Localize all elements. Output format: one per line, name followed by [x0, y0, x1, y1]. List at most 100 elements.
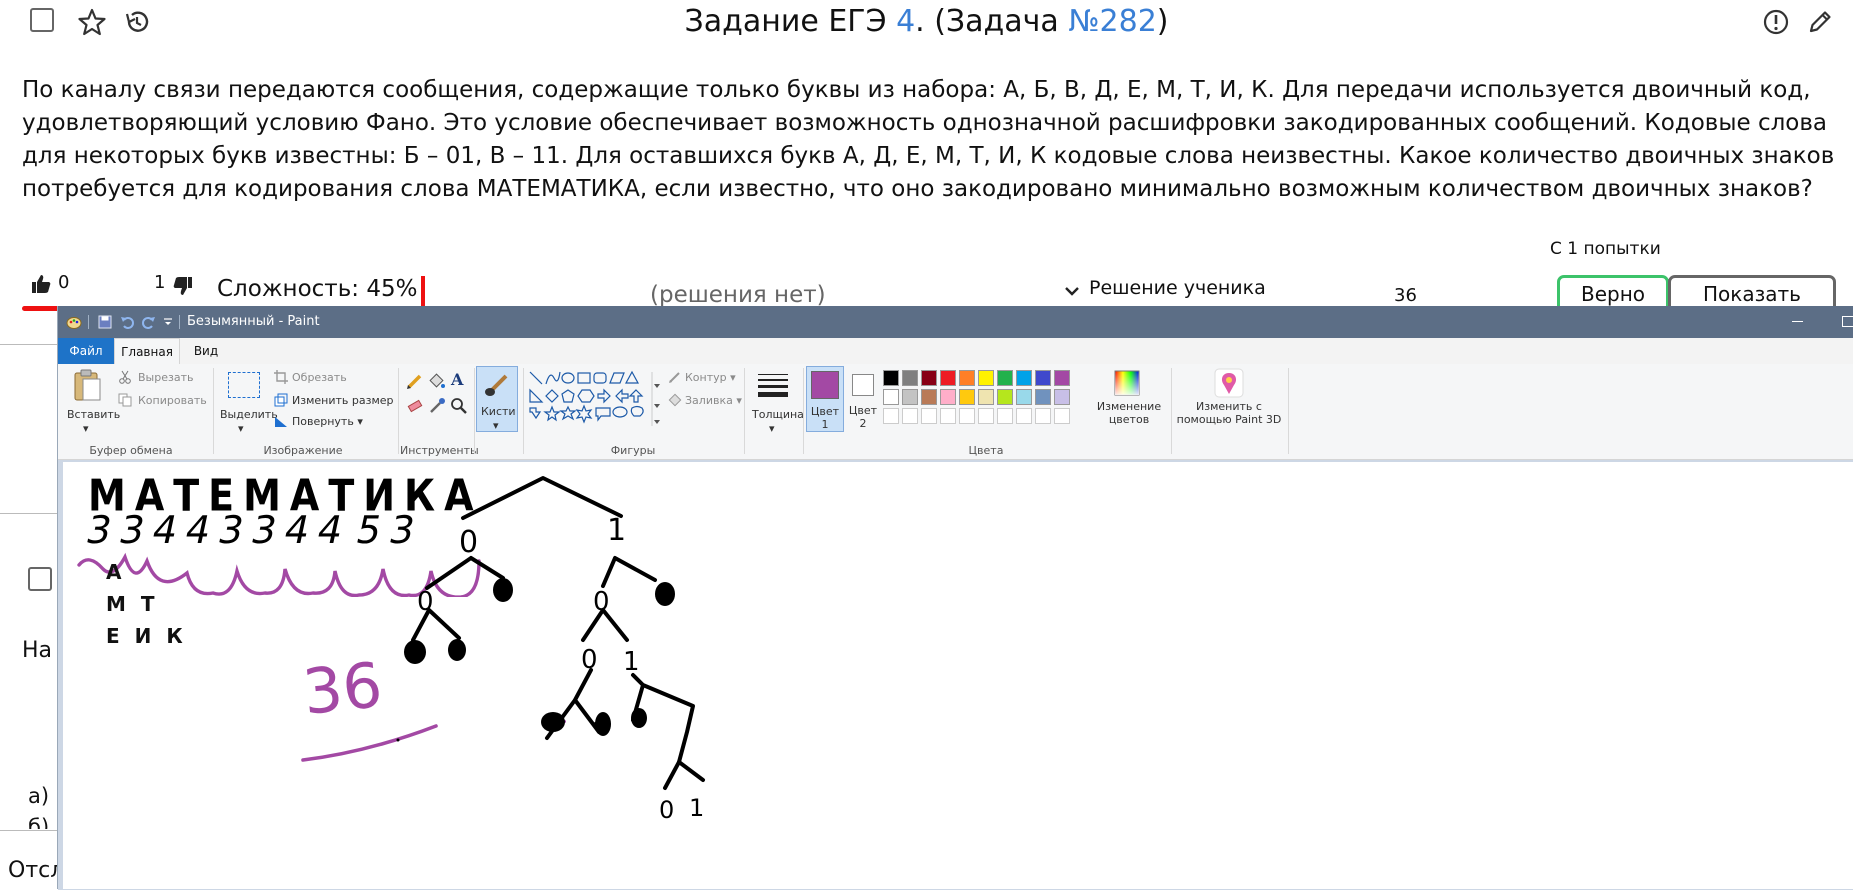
task-number-link[interactable]: 4: [896, 4, 915, 39]
color-picker-icon[interactable]: [428, 397, 446, 415]
palette-color[interactable]: [940, 370, 956, 386]
color2-button[interactable]: Цвет 2: [846, 366, 882, 432]
copy-button[interactable]: Копировать: [138, 394, 207, 407]
shapes-gallery[interactable]: [528, 370, 662, 432]
palette-color[interactable]: [883, 370, 899, 386]
ribbon-tabs: Файл Главная Вид: [58, 338, 1853, 364]
cut-button[interactable]: Вырезать: [138, 371, 193, 384]
palette-color[interactable]: [959, 370, 975, 386]
minimize-button[interactable]: [1792, 321, 1803, 322]
paint3d-button[interactable]: Изменить с помощью Paint 3D: [1176, 400, 1282, 426]
pencil-icon[interactable]: [406, 372, 424, 390]
paste-icon[interactable]: [72, 368, 104, 402]
size-icon[interactable]: [758, 374, 788, 397]
problem-id-link[interactable]: №282: [1068, 4, 1156, 39]
paste-dropdown[interactable]: ▾: [83, 422, 89, 435]
edit-icon[interactable]: [1806, 8, 1834, 36]
color1-button[interactable]: Цвет 1: [806, 366, 844, 432]
palette-color[interactable]: [1054, 370, 1070, 386]
title-separator: [88, 315, 89, 329]
palette-color[interactable]: [940, 389, 956, 405]
palette-color[interactable]: [883, 389, 899, 405]
paste-button[interactable]: Вставить: [67, 408, 120, 421]
palette-color[interactable]: [959, 389, 975, 405]
palette-custom-slot[interactable]: [902, 408, 918, 424]
rotate-button[interactable]: Повернуть ▾: [292, 415, 363, 428]
palette-color[interactable]: [1016, 370, 1032, 386]
paint-window: Безымянный - Paint Файл Главная Вид Вста…: [57, 306, 1853, 890]
palette-custom-slot[interactable]: [921, 408, 937, 424]
eraser-icon[interactable]: [406, 397, 424, 415]
dislikes-count: 1: [154, 272, 166, 293]
size-dropdown[interactable]: ▾: [769, 422, 775, 435]
save-icon[interactable]: [98, 315, 112, 329]
palette-color[interactable]: [902, 389, 918, 405]
group-label-image: Изображение: [263, 444, 343, 457]
palette-custom-slot[interactable]: [883, 408, 899, 424]
group-label-clipboard: Буфер обмена: [89, 444, 173, 457]
magnifier-icon[interactable]: [450, 397, 468, 415]
palette-custom-slot[interactable]: [1035, 408, 1051, 424]
ribbon-separator: [803, 368, 804, 454]
palette-custom-slot[interactable]: [1016, 408, 1032, 424]
outline-button[interactable]: Контур ▾: [685, 371, 736, 384]
paint3d-icon[interactable]: [1214, 368, 1244, 398]
maximize-button[interactable]: [1842, 316, 1853, 327]
palette-custom-slot[interactable]: [959, 408, 975, 424]
thumbs-down-icon[interactable]: [172, 275, 194, 297]
resize-button[interactable]: Изменить размер: [292, 394, 394, 407]
tab-view[interactable]: Вид: [182, 338, 230, 364]
attempts-label: С 1 попытки: [1550, 239, 1661, 259]
fill-shape-button[interactable]: Заливка ▾: [685, 394, 742, 407]
crop-button[interactable]: Обрезать: [292, 371, 347, 384]
palette-custom-slot[interactable]: [940, 408, 956, 424]
palette-custom-slot[interactable]: [978, 408, 994, 424]
palette-color[interactable]: [921, 389, 937, 405]
text-tool-icon[interactable]: A: [451, 370, 463, 389]
edit-colors-icon[interactable]: [1114, 370, 1140, 396]
palette-color[interactable]: [1035, 389, 1051, 405]
brushes-button[interactable]: Кисти ▾: [476, 366, 518, 432]
title-text-mid: . (Задача: [915, 4, 1069, 39]
size-button[interactable]: Толщина: [752, 408, 804, 421]
color-palette: [883, 370, 1083, 434]
report-icon[interactable]: [1762, 8, 1790, 36]
student-solution-toggle[interactable]: Решение ученика: [1089, 277, 1266, 299]
tab-file[interactable]: Файл: [58, 338, 114, 364]
group-label-shapes: Фигуры: [610, 444, 656, 457]
outline-label: Контур: [685, 371, 727, 384]
palette-custom-slot[interactable]: [1054, 408, 1070, 424]
redo-icon[interactable]: [142, 315, 156, 329]
palette-custom-slot[interactable]: [997, 408, 1013, 424]
select-dropdown[interactable]: ▾: [238, 422, 244, 435]
palette-color[interactable]: [921, 370, 937, 386]
select-checkbox[interactable]: [28, 567, 52, 591]
edit-colors-button[interactable]: Изменение цветов: [1088, 400, 1170, 426]
title-separator: [179, 315, 180, 329]
palette-color[interactable]: [978, 389, 994, 405]
select-icon[interactable]: [228, 372, 260, 398]
select-button[interactable]: Выделить: [220, 408, 278, 421]
palette-color[interactable]: [1016, 389, 1032, 405]
group-row-a: А: [106, 560, 126, 584]
difficulty-indicator: [421, 276, 425, 306]
ribbon-separator: [1171, 368, 1172, 454]
palette-color[interactable]: [1054, 389, 1070, 405]
palette-color[interactable]: [1035, 370, 1051, 386]
background-divider: [0, 344, 57, 345]
tab-home[interactable]: Главная: [114, 338, 180, 364]
palette-color[interactable]: [978, 370, 994, 386]
color2-label: Цвет 2: [848, 404, 878, 430]
drawing-canvas[interactable]: МАТЕМАТИКА 3344334453 А М Т Е И К 36 0 1…: [63, 462, 1853, 889]
palette-color[interactable]: [902, 370, 918, 386]
tree-node-one: 1: [607, 513, 626, 548]
thumbs-up-icon[interactable]: [30, 273, 52, 295]
undo-icon[interactable]: [120, 315, 134, 329]
chevron-down-icon[interactable]: [1064, 283, 1080, 299]
tree-node-zero: 0: [581, 645, 598, 675]
paint-titlebar: Безымянный - Paint: [58, 306, 1853, 338]
palette-color[interactable]: [997, 370, 1013, 386]
fill-icon[interactable]: [428, 372, 446, 390]
quick-access-dropdown-icon[interactable]: [163, 317, 173, 327]
palette-color[interactable]: [997, 389, 1013, 405]
